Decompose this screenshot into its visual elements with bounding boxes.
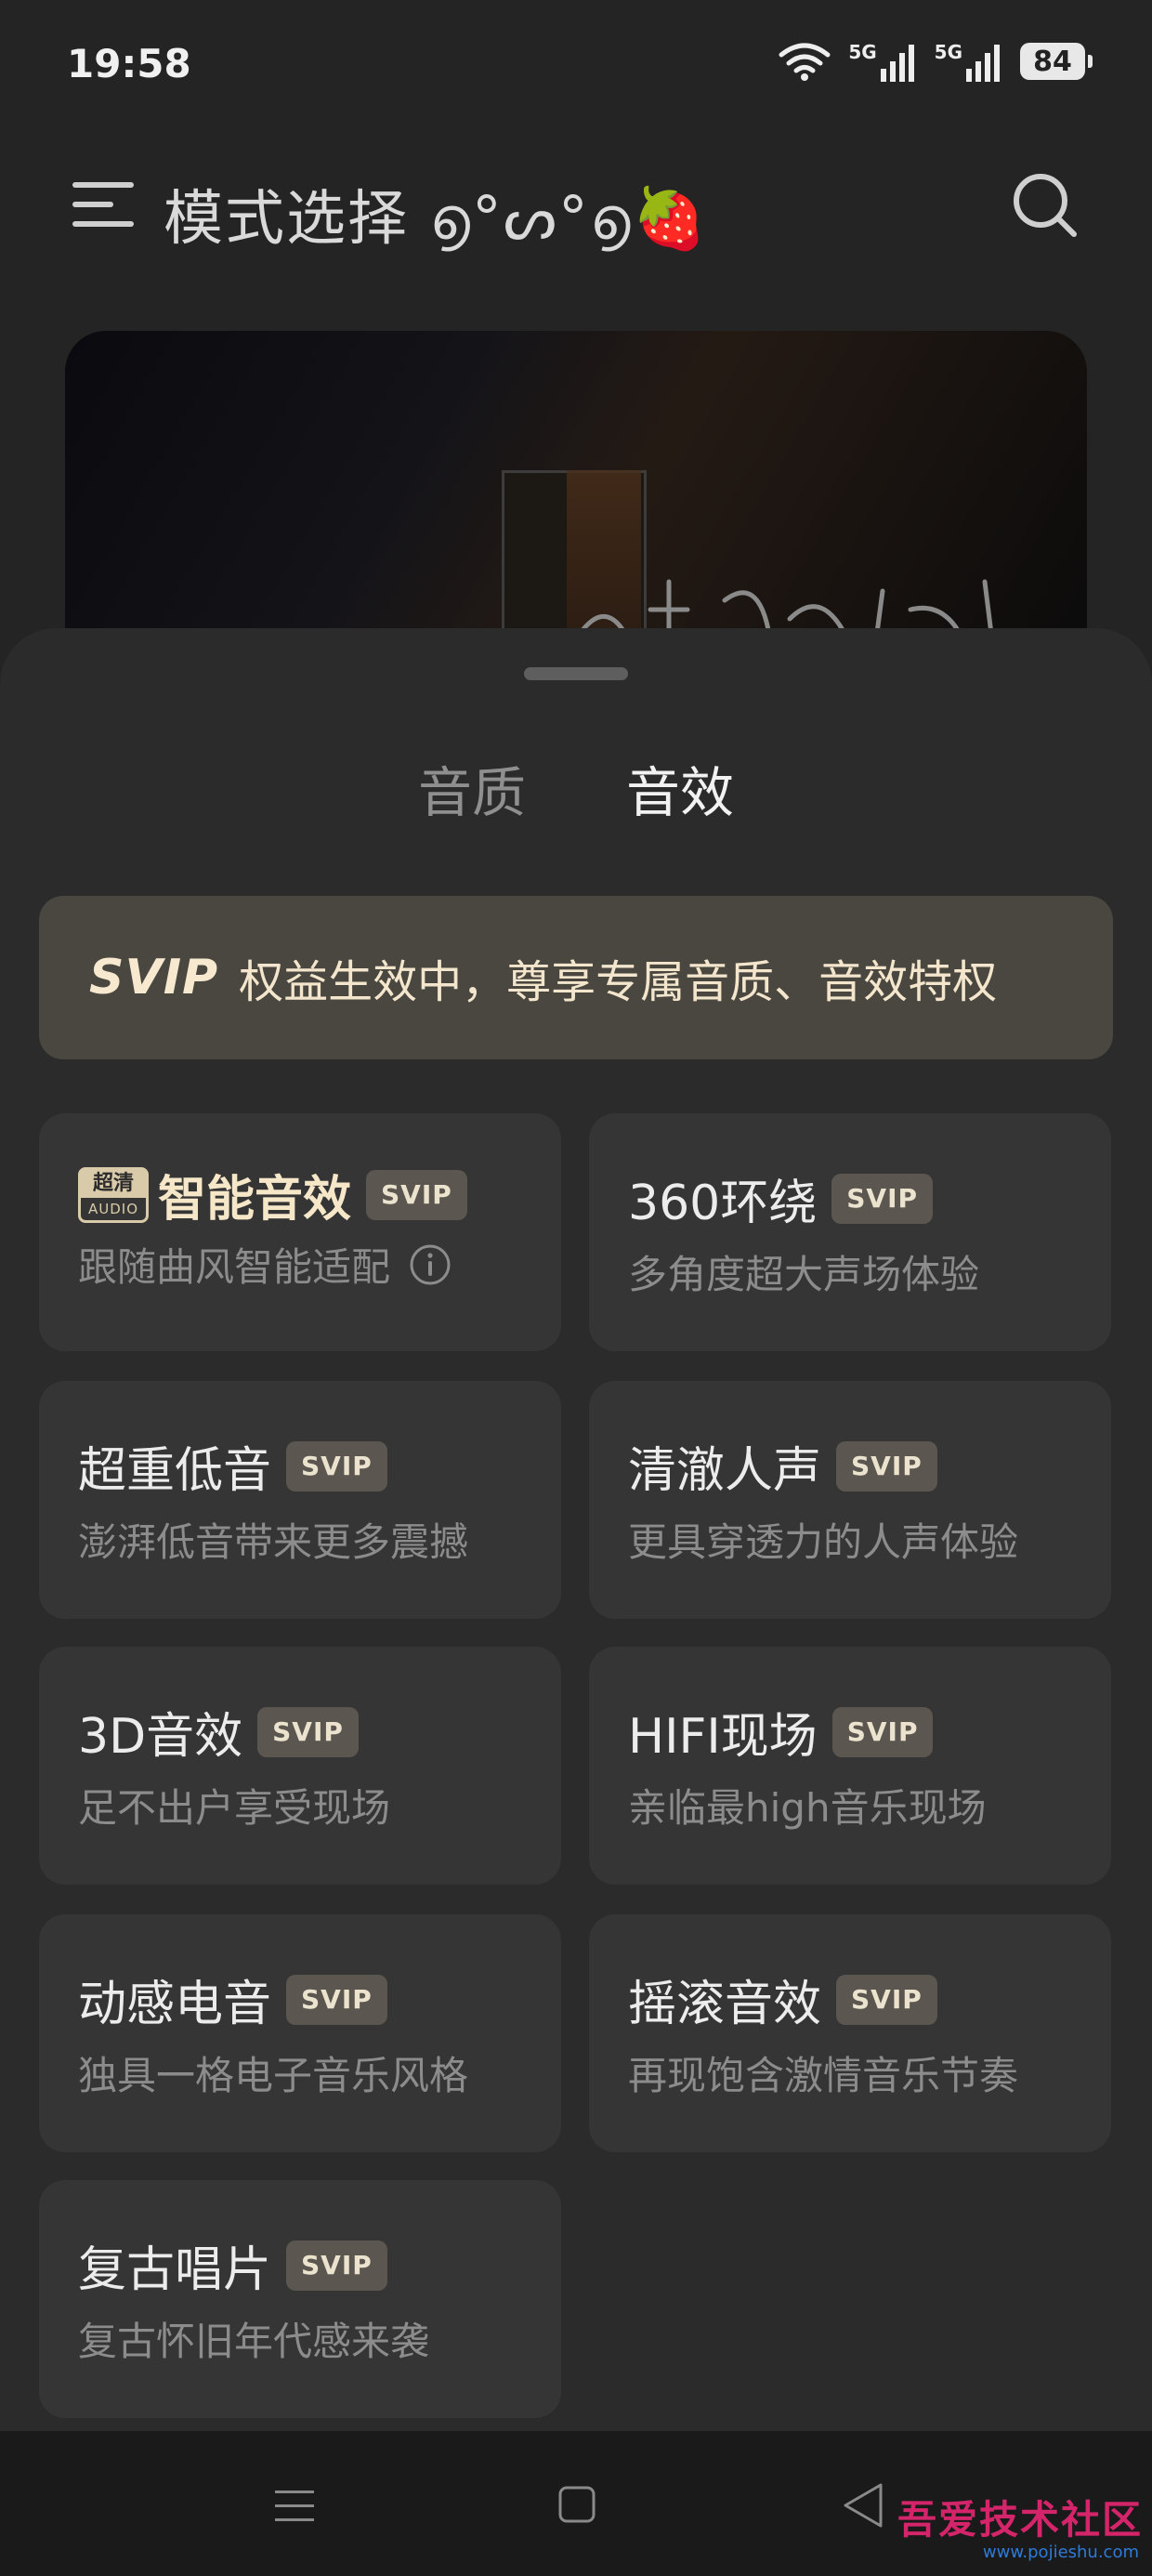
effect-card-smart[interactable]: 超清 AUDIO 智能音效 SVIP 跟随曲风智能适配 [39,1113,561,1351]
hd-audio-icon-top: 超清 [81,1169,146,1198]
svip-badge: SVIP [836,1974,937,2025]
card-title: 复古唱片 [78,2242,272,2298]
card-description: 跟随曲风智能适配 [78,1236,452,1293]
effect-card-3d[interactable]: 3D音效 SVIP 足不出户享受现场 [39,1647,561,1885]
status-bar: 19:58 5G 5G 84 [0,0,1152,130]
network-type-2: 5G [934,41,962,63]
svip-badge: SVIP [286,1974,387,2025]
svip-badge: SVIP [836,1440,937,1492]
recent-apps-icon[interactable] [273,2485,316,2528]
watermark-logo-text: 吾爱技术社区 [897,2497,1143,2543]
card-title: 清澈人声 [628,1443,822,1499]
svip-status-text: 权益生效中，尊享专属音质、音效特权 [239,956,998,1008]
effect-card-360-surround[interactable]: 360环绕 SVIP 多角度超大声场体验 [589,1113,1111,1351]
card-description: 更具穿透力的人声体验 [628,1519,1019,1565]
app-header: 模式选择 ൭°ᔕ°൭🍓 [0,149,1152,260]
svip-badge: SVIP [831,1706,934,1757]
card-title-row: 超清 AUDIO 智能音效 SVIP [78,1160,467,1229]
effect-card-vintage-vinyl[interactable]: 复古唱片 SVIP 复古怀旧年代感来袭 [39,2180,561,2418]
card-description: 多角度超大声场体验 [628,1252,980,1297]
status-icons: 5G 5G 84 [778,41,1093,82]
sound-settings-sheet: 音质 音效 SVIP 权益生效中，尊享专属音质、音效特权 超清 AUDIO 智能… [0,628,1152,2431]
svip-badge: SVIP [257,1706,359,1757]
search-icon[interactable] [1009,169,1080,240]
card-description: 独具一格电子音乐风格 [78,2053,469,2098]
sheet-drag-handle[interactable] [524,667,628,680]
wifi-icon [779,43,831,81]
tab-bar: 音质 音效 [0,749,1152,972]
svip-status-banner: SVIP 权益生效中，尊享专属音质、音效特权 [39,896,1113,1059]
effect-card-clear-vocal[interactable]: 清澈人声 SVIP 更具穿透力的人声体验 [589,1381,1111,1619]
card-title-row: 复古唱片 SVIP [78,2230,387,2300]
network-type-1: 5G [848,41,877,63]
home-icon[interactable] [557,2485,596,2524]
card-description: 澎湃低音带来更多震撼 [78,1519,469,1565]
card-title-row: 动感电音 SVIP [78,1965,387,2034]
screen: 19:58 5G 5G 84 模式选择 ൭°ᔕ°൭🍓 音质 音效 SVIP 权益… [0,0,1152,2576]
tab-sound-quality[interactable]: 音质 [418,749,526,827]
card-title: 超重低音 [78,1443,272,1499]
effect-card-hifi-live[interactable]: HIFI现场 SVIP 亲临最high音乐现场 [589,1647,1111,1885]
card-title-row: HIFI现场 SVIP [628,1697,934,1767]
watermark-url: www.pojieshu.com [982,2543,1139,2562]
card-description-text: 跟随曲风智能适配 [78,1244,391,1290]
card-description: 足不出户享受现场 [78,1785,391,1831]
card-title: 动感电音 [78,1977,272,2032]
status-time: 19:58 [67,41,191,86]
svip-badge: SVIP [286,2240,387,2291]
card-title-row: 360环绕 SVIP [628,1163,934,1233]
cellular-signal-1: 5G [848,41,917,82]
card-title: 360环绕 [628,1176,818,1231]
hd-audio-icon: 超清 AUDIO [78,1166,149,1223]
svip-badge: SVIP [831,1173,934,1224]
page-title: 模式选择 ൭°ᔕ°൭🍓 [164,185,709,254]
card-title-row: 摇滚音效 SVIP [628,1965,937,2034]
effect-card-super-bass[interactable]: 超重低音 SVIP 澎湃低音带来更多震撼 [39,1381,561,1619]
effect-card-electronic[interactable]: 动感电音 SVIP 独具一格电子音乐风格 [39,1914,561,2152]
card-title: 摇滚音效 [628,1977,822,2032]
back-icon[interactable] [840,2481,884,2530]
card-description: 复古怀旧年代感来袭 [78,2319,430,2364]
battery-indicator: 84 [1020,43,1093,80]
svip-badge: SVIP [286,1440,387,1492]
signal-bars-icon [966,45,1000,82]
tab-sound-effects[interactable]: 音效 [626,749,734,827]
menu-icon[interactable] [72,177,134,232]
card-title: 3D音效 [78,1709,243,1765]
cellular-signal-2: 5G [935,41,1003,82]
effect-card-rock[interactable]: 摇滚音效 SVIP 再现饱含激情音乐节奏 [589,1914,1111,2152]
hd-audio-icon-bottom: AUDIO [87,1200,139,1217]
signal-bars-icon [880,45,914,82]
card-title: HIFI现场 [628,1709,818,1765]
info-icon[interactable] [409,1243,452,1286]
card-title-row: 3D音效 SVIP [78,1697,359,1767]
card-title: 智能音效 [158,1172,352,1228]
svip-logo: SVIP [89,950,219,1005]
card-description: 再现饱含激情音乐节奏 [628,2053,1019,2098]
card-title-row: 超重低音 SVIP [78,1431,387,1501]
card-description: 亲临最high音乐现场 [628,1785,987,1831]
card-title-row: 清澈人声 SVIP [628,1431,937,1501]
album-banner[interactable] [65,331,1087,665]
svip-badge: SVIP [366,1169,467,1220]
